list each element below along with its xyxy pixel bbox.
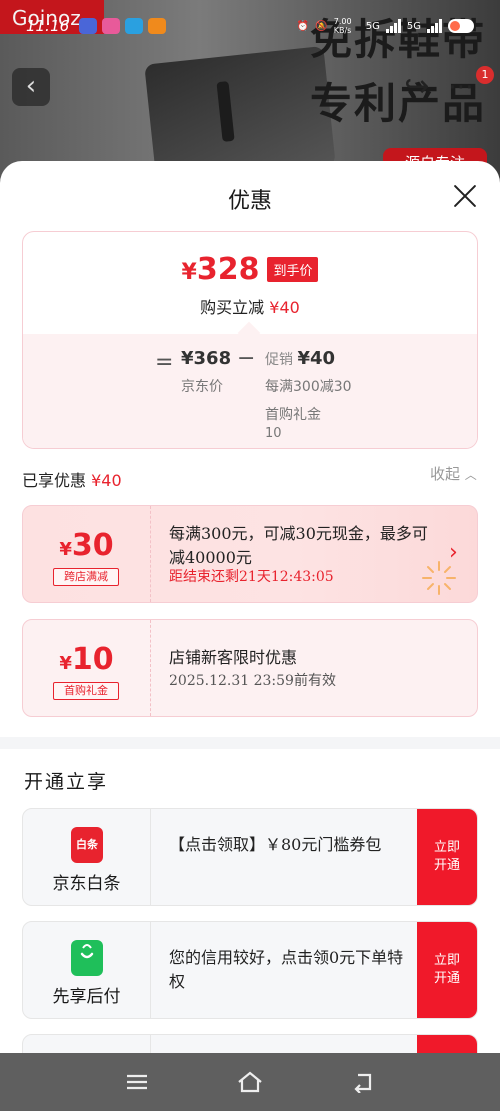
equals-sign: = [155, 350, 174, 375]
service-left: 先享后付 [23, 922, 151, 1018]
signal-icon [385, 19, 401, 33]
service-pay-later: 先享后付 您的信用较好，点击领0元下单特权 立即开通 [22, 921, 478, 1019]
enjoyed-discount-row: 已享优惠 ¥40 [22, 471, 122, 490]
final-price-row: ¥328 到手价 [23, 252, 477, 287]
status-right-group: ⏰ 🔕 7.00 KB/s 5G 5G [297, 17, 474, 35]
signal-icon [427, 19, 442, 33]
service-name: 京东白条 [52, 874, 121, 894]
product-image [144, 45, 336, 180]
home-icon[interactable] [230, 1062, 270, 1102]
final-price-section: ¥328 到手价 购买立减 ¥40 [23, 232, 477, 332]
coupon-first-purchase[interactable]: ¥10 首购礼金 店铺新客限时优惠 2025.12.31 23:59前有效 [22, 619, 478, 717]
menu-icon[interactable] [117, 1062, 157, 1102]
instant-discount-row: 购买立减 ¥40 [200, 298, 300, 317]
price-formula: = ¥368 京东价 − 促销 ¥40 每满300减30 首购礼金 10 [23, 334, 477, 448]
gift-value: 10 [265, 426, 282, 441]
coupon-text: 每满300元，可减30元现金，最多可减40000元 [169, 524, 428, 567]
signal-label-1: 5G [365, 20, 380, 32]
service-description: 您的信用较好，点击领0元下单特权 [169, 948, 404, 991]
sheet-title: 优惠 [227, 189, 272, 214]
status-app-icons [79, 18, 167, 34]
instant-discount-amount: ¥40 [269, 298, 300, 317]
open-now-button[interactable] [417, 1035, 477, 1053]
vivo-app-icon [79, 18, 98, 34]
final-price: ¥328 [181, 252, 260, 287]
collapse-toggle[interactable]: 收起 ︿ [430, 463, 477, 484]
service-baitiao: 白条 京东白条 【点击领取】￥80元门槛券包 立即开通 [22, 808, 478, 906]
service-left: 白条 京东白条 [23, 809, 151, 905]
enjoyed-amount: ¥40 [91, 471, 122, 490]
coupon-left: ¥30 跨店满减 [23, 506, 151, 602]
coupon-left: ¥10 首购礼金 [23, 620, 151, 716]
net-speed: 7.00 KB/s [333, 17, 352, 35]
promo-row: 促销 ¥40 [265, 348, 336, 369]
final-price-badge: 到手价 [267, 257, 319, 282]
jd-price-label: 京东价 [181, 379, 223, 395]
share-icon[interactable]: ↪ [400, 70, 434, 104]
coupon-tag: 跨店满减 [53, 568, 119, 586]
chevron-up-icon: ︿ [464, 468, 477, 482]
service-partial [22, 1034, 478, 1053]
app-icon [102, 18, 121, 34]
open-section-title: 开通立享 [24, 771, 109, 793]
chevron-right-icon[interactable]: › [449, 540, 458, 565]
discount-sheet: 优惠 ¥328 到手价 购买立减 ¥40 = ¥368 京东价 − 促销 ¥40… [0, 161, 500, 1053]
clock: 11:16 [26, 17, 70, 35]
open-now-button[interactable]: 立即开通 [417, 809, 477, 905]
promo-description: 每满300减30 [265, 379, 352, 395]
alarm-icon: ⏰ [296, 20, 310, 32]
telegram-icon [125, 18, 144, 34]
system-nav-bar [0, 1053, 500, 1111]
battery-icon [448, 19, 474, 33]
price-breakdown-card: ¥328 到手价 购买立减 ¥40 = ¥368 京东价 − 促销 ¥40 每满… [22, 231, 478, 449]
back-nav-icon[interactable] [343, 1062, 383, 1102]
signal-label-2: 5G [406, 20, 421, 32]
open-now-button[interactable]: 立即开通 [417, 922, 477, 1018]
app-icon [148, 18, 167, 34]
section-divider [0, 737, 500, 749]
status-bar: 11:16 ⏰ 🔕 7.00 KB/s 5G 5G [0, 0, 500, 52]
jd-price: ¥368 [181, 348, 232, 369]
chevron-left-icon: ‹ [25, 71, 37, 101]
coupon-amount: ¥30 [59, 528, 114, 563]
notification-badge: 1 [476, 66, 494, 84]
back-button[interactable]: ‹ [12, 68, 50, 106]
coupon-tag: 首购礼金 [53, 682, 119, 700]
mute-icon: 🔕 [315, 20, 328, 32]
more-icon[interactable]: ⋯ [444, 70, 478, 104]
close-icon[interactable] [450, 181, 480, 211]
coupon-text: 店铺新客限时优惠 [169, 648, 298, 667]
gift-label: 首购礼金 [265, 407, 321, 423]
coupon-cross-store[interactable]: ¥30 跨店满减 每满300元，可减30元现金，最多可减40000元 距结束还剩… [22, 505, 478, 603]
coupon-countdown: 距结束还剩21天12:43:05 [169, 569, 334, 585]
service-description: 【点击领取】￥80元门槛券包 [169, 835, 382, 854]
coupon-amount: ¥10 [59, 642, 114, 677]
minus-sign: − [237, 346, 256, 371]
baitiao-logo-icon: 白条 [71, 827, 103, 863]
service-name: 先享后付 [52, 987, 121, 1007]
coupon-validity: 2025.12.31 23:59前有效 [169, 673, 336, 689]
shopping-bag-icon [71, 940, 103, 976]
service-left [23, 1035, 151, 1053]
